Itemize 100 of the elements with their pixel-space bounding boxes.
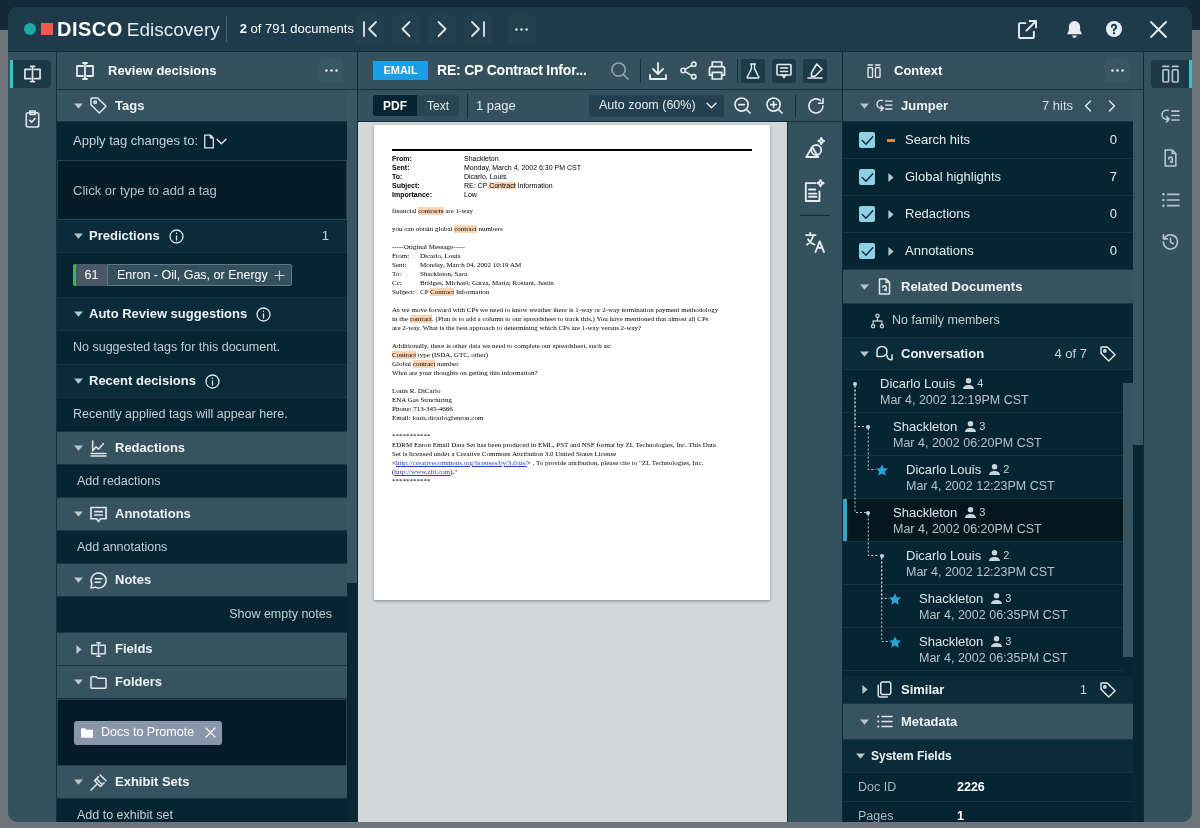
caret-right-icon[interactable] [887,246,894,256]
last-page-button[interactable] [463,15,492,43]
document-position: 2 of 791 documents [239,20,354,39]
translate-icon[interactable] [806,233,824,252]
caret-down-icon[interactable] [74,779,83,785]
folder-icon [91,674,106,690]
field-name: Pages [858,807,894,822]
caret-down-icon[interactable] [860,718,869,725]
download-icon[interactable] [650,62,666,79]
add-item-link[interactable]: Add annotations [77,537,168,557]
scrollbar-thumb[interactable] [1133,90,1143,445]
more-button[interactable] [319,58,343,83]
jump-list-icon [877,98,892,113]
conversation-item[interactable]: Shackleton 3 Mar 4, 2002 06:20PM CST [843,499,1123,542]
previous-hit-icon[interactable] [1085,100,1091,111]
next-button[interactable] [427,15,456,43]
participant-count: 3 [979,505,986,521]
next-hit-icon[interactable] [1109,100,1115,111]
caret-down-icon[interactable] [74,511,83,517]
caret-down-icon[interactable] [860,350,869,357]
close-icon[interactable] [1151,21,1166,37]
rail-button[interactable] [10,60,51,88]
section-title: Tags [115,96,145,115]
caret-down-icon[interactable] [74,311,83,317]
section-title: Notes [115,571,152,590]
section-title: Annotations [115,505,191,524]
rotate-icon[interactable] [808,98,823,113]
caret-down-icon[interactable] [856,753,865,759]
caret-down-icon[interactable] [860,283,869,290]
scrollbar-thumb[interactable] [1123,383,1133,657]
add-item-link[interactable]: Add to exhibit set [77,805,173,822]
show-empty-notes-link[interactable]: Show empty notes [229,605,332,624]
person-icon [989,550,1001,561]
more-button[interactable] [1105,58,1129,83]
empty-state-message: No suggested tags for this document. [73,339,281,357]
zoom-out-icon[interactable] [735,98,750,113]
notifications-icon[interactable] [1067,20,1082,38]
history-icon [1161,234,1179,250]
zoom-in-icon[interactable] [767,98,782,113]
first-page-icon [363,22,376,36]
participant-count: 3 [979,419,986,435]
flask-icon [746,63,760,78]
shapes-sparkle-icon[interactable] [805,138,825,158]
apply-tags-label: Apply tag changes to: [73,132,199,151]
caret-right-icon[interactable] [75,644,82,654]
caret-down-icon[interactable] [74,102,83,109]
scope-dropdown[interactable] [204,134,227,148]
caret-right-icon[interactable] [887,209,894,219]
external-link-icon[interactable] [1019,20,1036,38]
search-icon[interactable] [612,62,628,79]
help-icon[interactable] [1106,21,1122,37]
checkbox[interactable] [859,206,875,222]
print-icon[interactable] [709,62,725,79]
checkbox[interactable] [859,132,875,148]
document-type-badge: EMAIL [373,61,428,80]
previous-button[interactable] [391,15,420,43]
stacked-pages-icon [877,682,892,697]
more-icon [515,27,529,31]
caret-down-icon[interactable] [74,445,83,451]
share-icon[interactable] [681,62,696,79]
plus-icon[interactable] [274,270,284,280]
checkbox[interactable] [859,243,875,259]
section-title: Folders [115,673,162,692]
text-cursor-icon [91,641,106,657]
zoom-dropdown[interactable]: Auto zoom (60%) [589,94,724,117]
annotation-tool-button[interactable] [772,58,796,83]
participant-count: 2 [1003,462,1010,478]
info-icon[interactable] [169,229,183,243]
jump-list-icon [1161,108,1179,124]
annotation-tool-button[interactable] [803,58,827,83]
checkbox[interactable] [859,169,875,185]
caret-down-icon[interactable] [74,233,83,239]
caret-down-icon[interactable] [74,577,83,583]
caret-down-icon[interactable] [74,378,83,384]
first-page-button[interactable] [355,15,384,43]
section-title: Exhibit Sets [115,773,190,792]
document-sparkle-icon[interactable] [805,180,825,201]
chevron-down-icon [707,103,716,108]
view-mode-tab[interactable]: PDF [373,95,417,116]
info-icon[interactable] [205,374,219,388]
caret-down-icon[interactable] [74,679,83,685]
message-date: Mar 4, 2002 12:23PM CST [906,478,1055,496]
tag-icon[interactable] [1101,682,1115,697]
tag-input[interactable]: Click or type to add a tag [57,160,347,220]
sender-name: Dicarlo Louis [906,546,982,565]
line-chart-icon [91,440,106,456]
tag-icon[interactable] [1101,346,1115,361]
annotation-tool-button[interactable] [741,58,765,83]
sender-name: Shackleton [893,503,958,522]
add-item-link[interactable]: Add redactions [77,471,161,491]
more-button[interactable] [507,15,536,43]
rail-button[interactable] [1151,60,1192,88]
caret-right-icon[interactable] [887,172,894,182]
caret-down-icon[interactable] [860,102,869,109]
scrollbar-thumb[interactable] [347,90,357,583]
caret-right-icon[interactable] [861,685,868,694]
document-icon [204,134,215,148]
info-icon[interactable] [257,307,271,321]
document-title: RE: CP Contract Infor... [437,61,587,80]
view-mode-tab[interactable]: Text [417,95,459,116]
